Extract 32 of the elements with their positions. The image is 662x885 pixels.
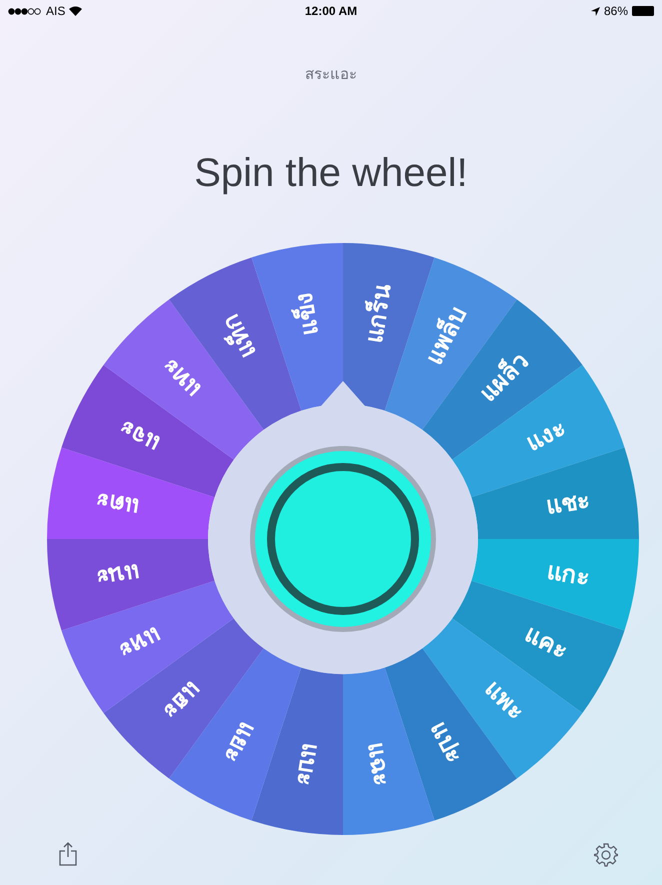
battery-icon: [632, 6, 654, 16]
segment-label: แยะ: [218, 717, 262, 767]
segment-label: แฉะ: [362, 740, 396, 788]
segment-label: แพะ: [479, 675, 530, 726]
battery-percent: 86%: [604, 3, 628, 20]
segment-label: แจะ: [115, 414, 165, 458]
segment-label: แปะ: [424, 716, 468, 768]
segment-label: แฮะ: [157, 675, 207, 725]
segment-label: แพล็บ: [420, 302, 472, 370]
spin-button[interactable]: [250, 446, 436, 632]
settings-icon: [594, 843, 618, 867]
share-icon: [59, 842, 77, 866]
segment-label: แนะ: [94, 558, 142, 592]
segment-label: แท็ก: [217, 309, 262, 362]
segment-label: แบะ: [290, 740, 324, 788]
wifi-icon: [69, 6, 82, 16]
signal-icon: [8, 8, 42, 14]
heading: Spin the wheel!: [194, 150, 468, 197]
status-time: 12:00 AM: [304, 3, 358, 20]
location-arrow-icon: [590, 6, 600, 16]
screen-title: สระแอะ: [305, 65, 357, 85]
carrier-label: AIS: [46, 3, 66, 20]
segment-label: แตะ: [94, 486, 142, 520]
segment-label: แคะ: [520, 620, 572, 665]
segment-label: แกะ: [544, 558, 592, 592]
segment-label: แหะ: [114, 620, 166, 665]
segment-label: แทะ: [156, 352, 207, 403]
segment-label: แชะ: [544, 486, 592, 520]
segment-label: แงะ: [522, 414, 570, 457]
settings-button[interactable]: [592, 841, 620, 869]
segment-label: แข็ง: [290, 290, 324, 338]
segment-label: แกร็น: [360, 282, 397, 346]
